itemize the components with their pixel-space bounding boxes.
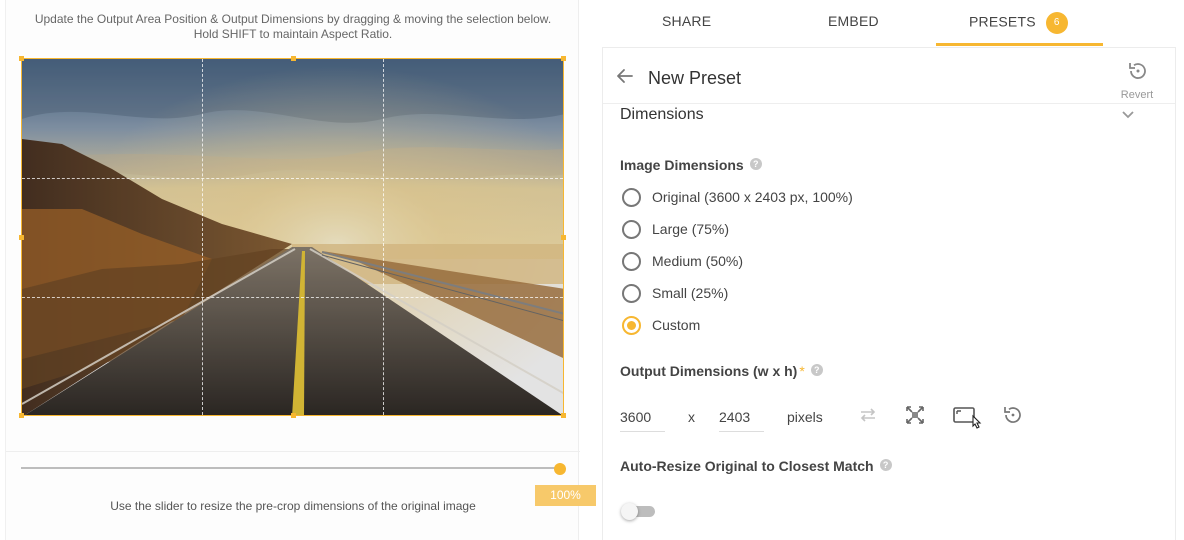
presets-count-badge: 6 — [1045, 12, 1068, 34]
slider-caption: Use the slider to resize the pre-crop di… — [110, 499, 476, 513]
crop-editor: Update the Output Area Position & Output… — [5, 0, 596, 540]
tab-bar: SHARE EMBED PRESETS 6 — [602, 0, 1174, 46]
option-custom[interactable]: Custom — [622, 315, 700, 335]
instructions-line-2: Hold SHIFT to maintain Aspect Ratio. — [193, 27, 393, 41]
crop-handle-bottom-left[interactable] — [19, 413, 24, 418]
instructions-line-1: Update the Output Area Position & Output… — [34, 12, 552, 26]
preset-title: New Preset — [648, 68, 742, 88]
option-label: Original (3600 x 2403 px, 100%) — [652, 189, 853, 205]
preset-header: New Preset Revert — [603, 48, 1175, 104]
road-photo — [22, 59, 563, 415]
crop-instructions: Update the Output Area Position & Output… — [6, 12, 580, 42]
grid-line-v1 — [202, 59, 203, 415]
tab-share[interactable]: SHARE — [662, 13, 711, 29]
app-root: Update the Output Area Position & Output… — [0, 0, 1184, 540]
crop-selection-area[interactable] — [21, 58, 564, 416]
crop-handle-left[interactable] — [19, 235, 24, 240]
option-label: Custom — [652, 317, 701, 333]
reset-dimensions-icon[interactable] — [1001, 404, 1023, 426]
crop-handle-top-left[interactable] — [19, 56, 24, 61]
tab-presets-label: PRESETS — [969, 13, 1036, 30]
option-original[interactable]: Original (3600 x 2403 px, 100%) — [622, 187, 853, 207]
radio-icon[interactable] — [622, 187, 641, 207]
preset-panel: New Preset Revert Dimensions Image Dimen… — [602, 47, 1176, 540]
dimension-separator: x — [688, 409, 695, 425]
slider-thumb[interactable] — [554, 463, 566, 475]
option-label: Large (75%) — [652, 221, 730, 237]
option-small[interactable]: Small (25%) — [622, 283, 728, 303]
help-icon[interactable]: ? — [810, 364, 823, 376]
revert-label: Revert — [1120, 89, 1154, 101]
revert-icon — [1129, 63, 1146, 79]
dimension-unit: pixels — [787, 409, 823, 425]
image-dimensions-heading: Image Dimensions? — [620, 157, 762, 173]
option-medium[interactable]: Medium (50%) — [622, 251, 743, 271]
tab-presets[interactable]: PRESETS 6 — [936, 0, 1103, 46]
grid-line-h2 — [22, 297, 563, 298]
help-icon[interactable]: ? — [749, 158, 762, 170]
tab-presets-content: PRESETS 6 — [969, 12, 1068, 34]
output-dimensions-heading: Output Dimensions (w x h) *? — [620, 363, 823, 379]
crop-handle-bottom-right[interactable] — [561, 413, 566, 418]
crop-handle-bottom[interactable] — [291, 413, 296, 418]
editor-divider — [6, 451, 580, 452]
resize-slider[interactable] — [21, 463, 566, 475]
radio-selected-icon[interactable] — [622, 315, 641, 335]
option-label: Small (25%) — [652, 285, 729, 301]
tab-embed[interactable]: EMBED — [828, 13, 879, 29]
width-input[interactable] — [620, 402, 665, 432]
height-input[interactable] — [719, 402, 764, 432]
chevron-down-icon[interactable] — [1121, 108, 1135, 122]
fit-image-icon[interactable] — [904, 404, 926, 426]
option-label: Medium (50%) — [652, 253, 744, 269]
revert-button[interactable]: Revert — [1117, 60, 1157, 101]
radio-icon[interactable] — [622, 251, 641, 271]
help-icon[interactable]: ? — [879, 459, 892, 471]
dimensions-section-title[interactable]: Dimensions — [620, 106, 704, 124]
required-mark: * — [799, 363, 805, 379]
auto-resize-toggle[interactable] — [621, 503, 657, 520]
image-dimensions-label: Image Dimensions — [620, 157, 744, 173]
swap-dimensions-icon[interactable] — [857, 404, 879, 426]
radio-icon[interactable] — [622, 219, 641, 239]
grid-line-h1 — [22, 178, 563, 179]
grid-line-v2 — [383, 59, 384, 415]
toggle-knob[interactable] — [621, 503, 638, 520]
crop-frame-icon[interactable] — [952, 404, 986, 434]
option-large[interactable]: Large (75%) — [622, 219, 729, 239]
auto-resize-heading: Auto-Resize Original to Closest Match? — [620, 458, 892, 474]
crop-handle-top-right[interactable] — [561, 56, 566, 61]
output-dimensions-label: Output Dimensions (w x h) — [620, 363, 798, 379]
auto-resize-label: Auto-Resize Original to Closest Match — [620, 458, 874, 474]
crop-handle-top[interactable] — [291, 56, 296, 61]
radio-icon[interactable] — [622, 283, 641, 303]
back-arrow-icon[interactable] — [615, 66, 635, 86]
slider-track[interactable] — [21, 467, 558, 469]
crop-handle-right[interactable] — [561, 235, 566, 240]
